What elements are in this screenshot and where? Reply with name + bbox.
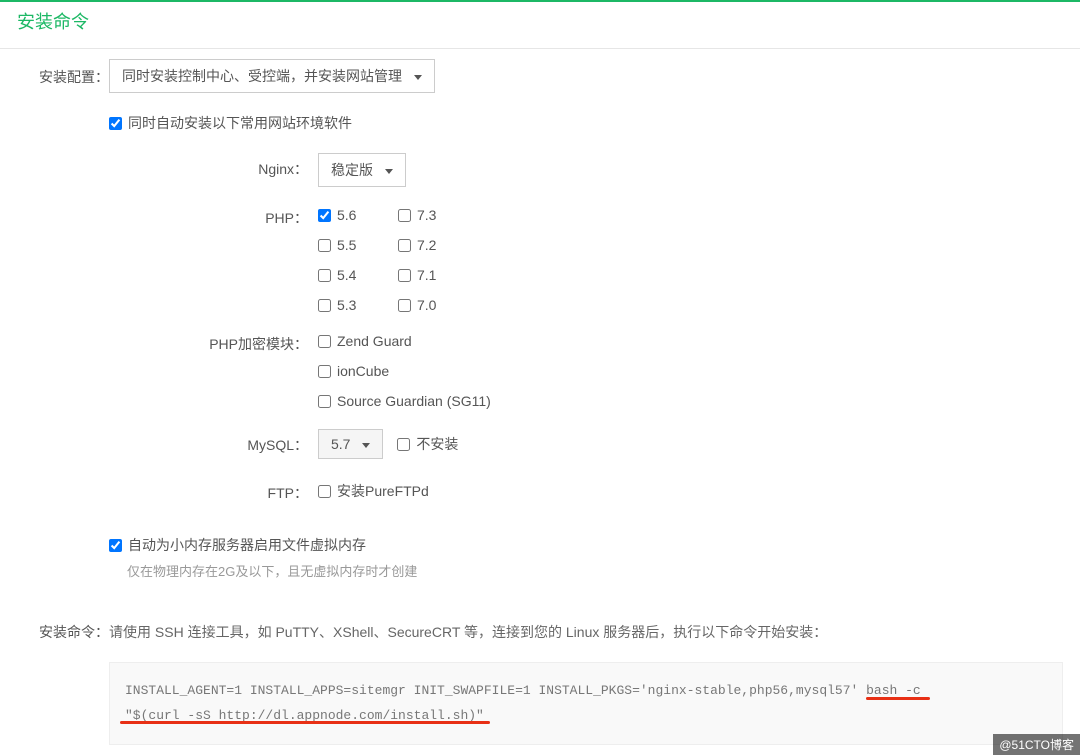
swap-label: 自动为小内存服务器启用文件虚拟内存: [128, 535, 366, 555]
swap-hint: 仅在物理内存在2G及以下，且无虚拟内存时才创建: [109, 561, 1063, 580]
highlight-annotation-2: [120, 721, 490, 724]
php-53-label: 5.3: [337, 297, 356, 313]
ioncube-checkbox[interactable]: [318, 365, 331, 378]
php-54-checkbox[interactable]: [318, 269, 331, 282]
ftp-row: FTP： 安装PureFTPd: [109, 479, 1063, 503]
install-config-select[interactable]: 同时安装控制中心、受控端，并安装网站管理: [109, 59, 435, 93]
php-55-label: 5.5: [337, 237, 356, 253]
auto-install-env-label: 同时自动安装以下常用网站环境软件: [128, 113, 352, 133]
zend-guard-label: Zend Guard: [337, 333, 412, 349]
php-54-label: 5.4: [337, 267, 356, 283]
php-row: PHP： 5.6 7.3 5.5 7.2 5.4 7.1 5.3 7.0: [109, 207, 1063, 313]
php-encrypt-options: Zend Guard ionCube Source Guardian (SG11…: [318, 333, 491, 409]
ftp-label: FTP：: [109, 481, 318, 503]
php-70-label: 7.0: [417, 297, 436, 313]
code-line-1: INSTALL_AGENT=1 INSTALL_APPS=sitemgr INI…: [125, 683, 921, 698]
page-container: { "page": { "title": "安装命令" }, "labels":…: [0, 0, 1080, 755]
php-encrypt-label: PHP加密模块：: [109, 333, 318, 354]
nginx-select[interactable]: 稳定版: [318, 153, 406, 187]
ftp-checkbox[interactable]: [318, 485, 331, 498]
install-config-value: 同时安装控制中心、受控端，并安装网站管理: [122, 68, 402, 84]
page-title: 安装命令: [0, 2, 1080, 49]
swap-checkbox[interactable]: [109, 539, 122, 552]
command-content: 请使用 SSH 连接工具，如 PuTTY、XShell、SecureCRT 等，…: [109, 622, 1063, 745]
mysql-value: 5.7: [331, 436, 350, 452]
mysql-noinstall-label: 不安装: [416, 434, 458, 454]
php-label: PHP：: [109, 207, 318, 228]
php-73-label: 7.3: [417, 207, 436, 223]
php-72-label: 7.2: [417, 237, 436, 253]
install-command-code[interactable]: INSTALL_AGENT=1 INSTALL_APPS=sitemgr INI…: [109, 662, 1063, 745]
ioncube-label: ionCube: [337, 363, 389, 379]
php-encrypt-row: PHP加密模块： Zend Guard ionCube Source Guard…: [109, 333, 1063, 409]
highlight-annotation-1: [866, 697, 930, 700]
php-56-label: 5.6: [337, 207, 356, 223]
mysql-label: MySQL：: [109, 429, 318, 455]
php-71-checkbox[interactable]: [398, 269, 411, 282]
swap-line: 自动为小内存服务器启用文件虚拟内存: [109, 535, 1063, 555]
sg11-label: Source Guardian (SG11): [337, 393, 491, 409]
ftp-option-label: 安装PureFTPd: [337, 481, 429, 501]
php-56-checkbox[interactable]: [318, 209, 331, 222]
php-55-checkbox[interactable]: [318, 239, 331, 252]
config-row: 安装配置： 同时安装控制中心、受控端，并安装网站管理 同时自动安装以下常用网站环…: [0, 49, 1080, 590]
caret-down-icon: [414, 75, 422, 80]
mysql-noinstall-checkbox[interactable]: [397, 438, 410, 451]
php-72-checkbox[interactable]: [398, 239, 411, 252]
zend-guard-checkbox[interactable]: [318, 335, 331, 348]
mysql-select[interactable]: 5.7: [318, 429, 383, 459]
auto-install-env-line: 同时自动安装以下常用网站环境软件: [109, 113, 1063, 133]
nginx-value: 稳定版: [331, 162, 373, 178]
watermark: @51CTO博客: [993, 734, 1080, 755]
config-content: 同时安装控制中心、受控端，并安装网站管理 同时自动安装以下常用网站环境软件 Ng…: [109, 59, 1063, 580]
nginx-row: Nginx： 稳定版: [109, 153, 1063, 187]
caret-down-icon: [362, 443, 370, 448]
mysql-row: MySQL： 5.7 不安装: [109, 429, 1063, 459]
php-70-checkbox[interactable]: [398, 299, 411, 312]
command-label: 安装命令：: [17, 622, 109, 745]
command-row: 安装命令： 请使用 SSH 连接工具，如 PuTTY、XShell、Secure…: [0, 612, 1080, 755]
php-options: 5.6 7.3 5.5 7.2 5.4 7.1 5.3 7.0: [318, 207, 478, 313]
php-71-label: 7.1: [417, 267, 436, 283]
command-instruction: 请使用 SSH 连接工具，如 PuTTY、XShell、SecureCRT 等，…: [109, 622, 1063, 642]
php-53-checkbox[interactable]: [318, 299, 331, 312]
nginx-label: Nginx：: [109, 153, 318, 179]
php-73-checkbox[interactable]: [398, 209, 411, 222]
auto-install-env-checkbox[interactable]: [109, 117, 122, 130]
sg11-checkbox[interactable]: [318, 395, 331, 408]
caret-down-icon: [385, 169, 393, 174]
config-label: 安装配置：: [17, 59, 109, 580]
